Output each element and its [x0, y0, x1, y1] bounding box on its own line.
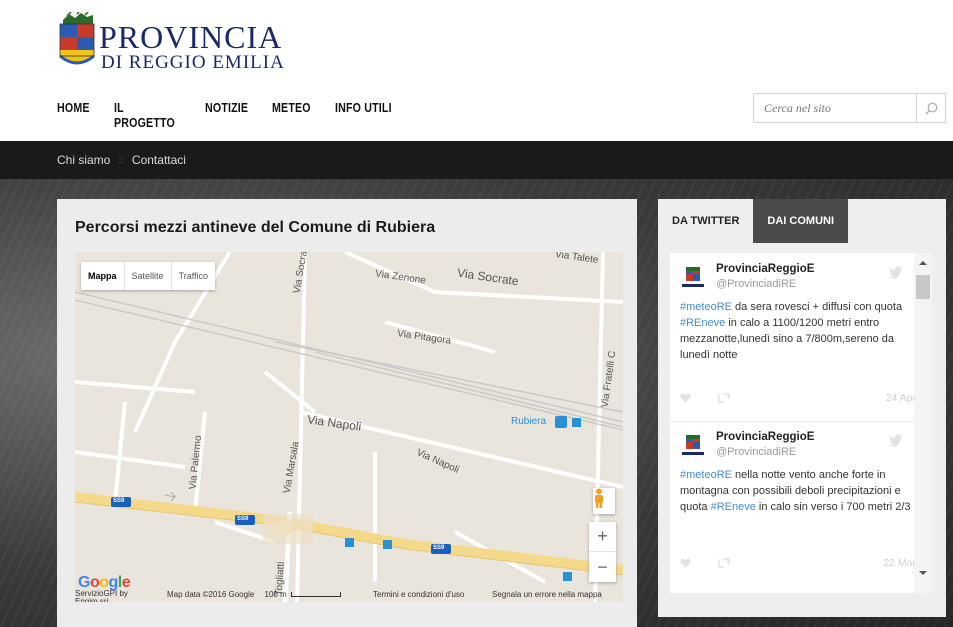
map-type-mappa[interactable]: Mappa	[81, 262, 125, 290]
search-icon	[925, 102, 937, 114]
scroll-up-icon[interactable]	[914, 257, 932, 269]
retweet-icon[interactable]	[718, 558, 730, 568]
twitter-bird-icon	[889, 434, 903, 447]
tweet-author-name[interactable]: ProvinciaReggioE	[716, 431, 814, 443]
tweet-text-segment: da sera rovesci + diffusi con quota	[731, 301, 903, 313]
map-label-rubiera-station[interactable]: Rubiera	[511, 416, 546, 427]
search-box	[753, 93, 946, 123]
tweet-author-handle[interactable]: @ProvinciadiRE	[716, 446, 796, 458]
map-terms-link[interactable]: Termini e condizioni d'uso	[373, 590, 464, 599]
subnav-separator: ::	[118, 154, 124, 166]
pegman-icon	[595, 488, 603, 508]
scale-label: 100 m	[264, 590, 287, 599]
nav-item-info-utili[interactable]: INFO UTILI	[335, 100, 392, 130]
brand-title: PROVINCIA	[99, 19, 283, 55]
tweet-hashtag[interactable]: #meteoRE	[680, 301, 732, 313]
road-shield-ss9: SS9	[237, 516, 249, 522]
tweet-hashtag[interactable]: #REneve	[711, 501, 756, 513]
map-embed[interactable]: Via Talete Via Zenone Via Socrate Via So…	[75, 252, 623, 602]
map-data-text: Map data ©2016 Google	[167, 590, 255, 599]
tweet-hashtag[interactable]: #meteoRE	[680, 469, 732, 481]
tweet-item: ProvinciaReggioE @ProvinciadiRE #meteoRE…	[670, 253, 924, 421]
subnav-item-chi-siamo[interactable]: Chi siamo	[57, 153, 110, 167]
tweet-author-name[interactable]: ProvinciaReggioE	[716, 263, 814, 275]
scrollbar-thumb[interactable]	[916, 275, 930, 299]
coat-of-arms-icon	[59, 12, 95, 65]
map-data-attribution: Map data ©2016 Google 100 m	[167, 590, 341, 599]
google-letter-g: G	[78, 574, 90, 591]
google-logo: Google	[78, 574, 131, 599]
nav-item-meteo[interactable]: METEO	[272, 100, 311, 130]
sidebar-tabs: DA TWITTER DAI COMUNI	[658, 199, 849, 243]
scale-bar	[290, 592, 341, 598]
secondary-nav: Chi siamo :: Contattaci	[0, 141, 953, 179]
map-type-traffico[interactable]: Traffico	[172, 262, 216, 290]
street-view-pegman[interactable]	[593, 488, 615, 514]
page-title: Percorsi mezzi antineve del Comune di Ru…	[75, 219, 436, 236]
sidebar-panel: DA TWITTER DAI COMUNI ProvinciaReggioE @…	[658, 199, 946, 617]
tweet-actions: 24 Apr	[680, 392, 916, 406]
site-logo[interactable]: PROVINCIA DI REGGIO EMILIA	[57, 12, 317, 82]
tweet-date[interactable]: 24 Apr	[886, 392, 916, 404]
nav-item-il-progetto[interactable]: IL PROGETTO	[114, 100, 175, 130]
google-letter-o1: o	[89, 574, 100, 591]
search-button[interactable]	[916, 94, 945, 122]
site-header: PROVINCIA DI REGGIO EMILIA HOME IL PROGE…	[0, 0, 953, 141]
google-letter-o2: o	[99, 574, 109, 591]
road-shield-ss9: SS9	[433, 545, 445, 551]
google-letter-g2: g	[108, 574, 119, 591]
map-type-satellite[interactable]: Satellite	[125, 262, 172, 290]
zoom-control: + −	[589, 522, 616, 582]
tab-dai-comuni[interactable]: DAI COMUNI	[753, 199, 849, 243]
tweet-date[interactable]: 22 Mar	[883, 557, 916, 569]
search-input[interactable]	[754, 94, 917, 122]
tweet-text: #meteoRE da sera rovesci + diffusi con q…	[680, 299, 916, 363]
main-nav: HOME IL PROGETTO NOTIZIE METEO INFO UTIL…	[57, 100, 431, 130]
tweet-text: #meteoRE nella notte vento anche forte i…	[680, 467, 916, 515]
tweet-hashtag[interactable]: #REneve	[680, 317, 725, 329]
avatar	[682, 435, 704, 455]
brand-subtitle: DI REGGIO EMILIA	[101, 52, 285, 73]
tab-da-twitter[interactable]: DA TWITTER	[658, 199, 753, 243]
like-icon[interactable]	[680, 393, 691, 403]
twitter-bird-icon	[889, 266, 903, 279]
road-shield-ss9: SS9	[113, 498, 125, 504]
like-icon[interactable]	[680, 558, 691, 568]
google-letter-e: e	[121, 574, 131, 591]
map-type-control: Mappa Satellite Traffico	[81, 262, 216, 290]
tweet-text-segment: in calo sin verso i 700 metri 2/3	[755, 501, 911, 513]
subnav-item-contattaci[interactable]: Contattaci	[132, 153, 186, 167]
scroll-down-icon[interactable]	[914, 567, 932, 579]
nav-item-notizie[interactable]: NOTIZIE	[205, 100, 248, 130]
nav-item-home[interactable]: HOME	[57, 100, 89, 130]
avatar	[682, 267, 704, 287]
retweet-icon[interactable]	[718, 393, 730, 403]
feed-scrollbar[interactable]	[914, 253, 932, 593]
tweet-actions: 22 Mar	[680, 557, 916, 571]
tweet-item: ProvinciaReggioE @ProvinciadiRE #meteoRE…	[670, 421, 924, 593]
zoom-out-button[interactable]: −	[589, 552, 616, 582]
twitter-feed[interactable]: ProvinciaReggioE @ProvinciadiRE #meteoRE…	[670, 253, 932, 593]
tweet-author-handle[interactable]: @ProvinciadiRE	[716, 278, 796, 290]
map-report-link[interactable]: Segnala un errore nella mappa	[492, 590, 602, 599]
zoom-in-button[interactable]: +	[589, 522, 616, 552]
